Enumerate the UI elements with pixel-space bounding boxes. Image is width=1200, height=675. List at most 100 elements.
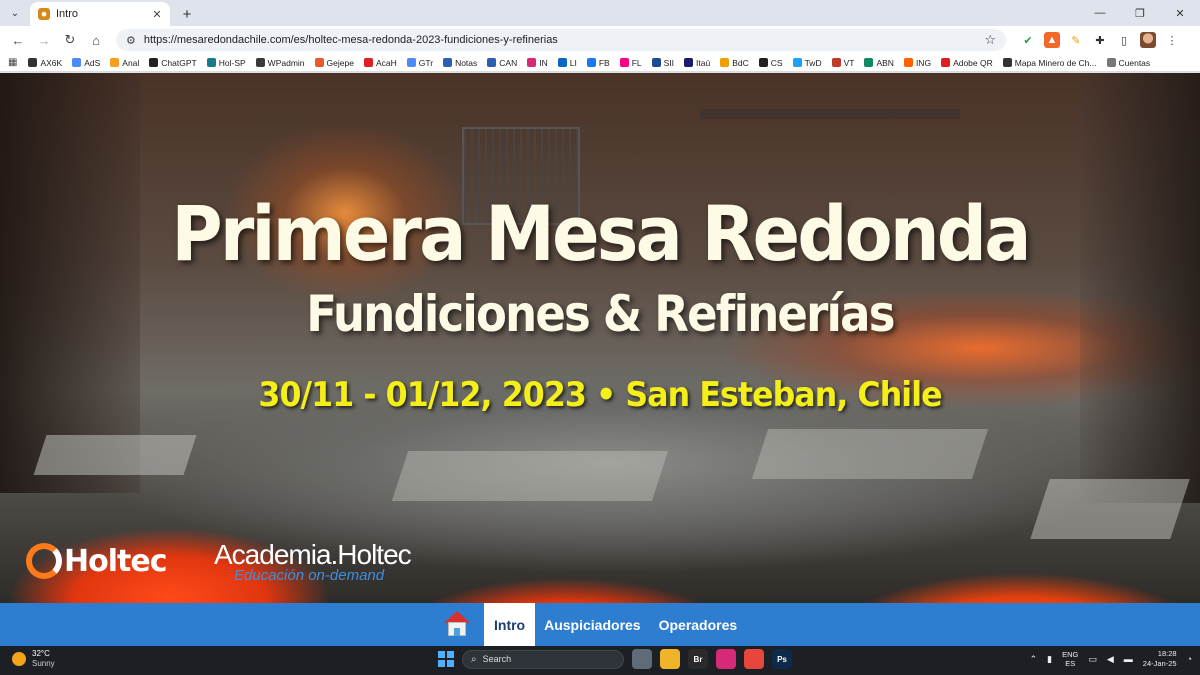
bookmark-item[interactable]: IN [522,58,553,68]
clock[interactable]: 18:28 24-Jan-25 [1143,649,1177,669]
bookmark-item[interactable]: AX6K [23,58,67,68]
bookmark-item[interactable]: ING [899,58,936,68]
notifications-bell-icon[interactable]: ◔ [1187,654,1192,664]
bookmark-label: Mapa Minero de Ch... [1014,57,1097,68]
bookmark-favicon-icon [651,58,661,67]
bookmark-label: Anal [122,57,140,68]
bookmark-item[interactable]: VT [827,58,860,68]
reload-icon[interactable]: ↻ [58,28,82,52]
extension-check-icon[interactable]: ✔ [1020,32,1036,48]
bookmark-item[interactable]: LI [553,58,582,68]
chevron-up-icon[interactable]: ⌃ [1030,654,1038,665]
bookmark-item[interactable]: Hol-SP [202,58,251,68]
bookmark-item[interactable]: Gejepe [310,58,359,68]
monitor-icon[interactable]: ▭ [1088,654,1097,665]
bookmark-favicon-icon [864,58,874,67]
home-icon[interactable]: ⌂ [84,28,108,52]
task-view-icon[interactable] [632,649,652,669]
forward-icon[interactable]: → [32,28,56,52]
clock-date: 24-Jan-25 [1142,659,1177,668]
chrome-icon[interactable] [744,649,764,669]
close-tab-icon[interactable]: ✕ [150,8,164,21]
bookmark-label: VT [843,57,855,68]
bookmark-item[interactable]: FB [582,58,615,68]
bookmark-item[interactable]: Adobe QR [936,58,998,68]
url-text[interactable]: https://mesaredondachile.com/es/holtec-m… [144,34,976,46]
address-bar[interactable]: ⚙ https://mesaredondachile.com/es/holtec… [116,29,1006,51]
bookmark-item[interactable]: FL [615,58,647,68]
bookmark-favicon-icon [255,58,265,67]
academia-holtec-logo[interactable]: Academia.Holtec Educación on-demand [214,539,412,584]
bookmark-label: Gejepe [326,57,354,68]
instagram-icon[interactable] [716,649,736,669]
windows-taskbar: 32°C Sunny ⌕ Search Br Ps ⌃ ▮ ENG ES ▭ ◀ … [0,646,1200,675]
bookmark-favicon-icon [619,58,629,67]
bookmark-item[interactable]: Mapa Minero de Ch... [998,58,1102,68]
windows-start-icon[interactable] [438,651,454,667]
bookmark-item[interactable]: Notas [438,58,482,68]
weather-widget[interactable]: 32°C Sunny [12,649,55,669]
site-info-icon[interactable]: ⚙ [126,34,136,47]
bookmark-item[interactable]: AdS [67,58,105,68]
extensions-puzzle-icon[interactable]: ✚ [1092,32,1108,48]
bookmark-label: GTr [418,57,434,68]
bookmark-label: ING [915,57,932,68]
back-icon[interactable]: ← [6,28,30,52]
bookmark-item[interactable]: BdC [715,58,754,68]
bookmark-item[interactable]: AcaH [359,58,402,68]
bookmark-favicon-icon [792,58,802,67]
bookmark-item[interactable]: CAN [482,58,522,68]
bookmark-label: AX6K [40,57,63,68]
new-tab-icon[interactable]: + [176,3,198,25]
bridge-icon[interactable]: Br [688,649,708,669]
bookmark-favicon-icon [684,58,694,67]
battery-icon[interactable]: ▬ [1124,654,1133,664]
nav-items: Intro Auspiciadores Operadores [442,603,746,646]
nav-link-operadores[interactable]: Operadores [650,603,747,646]
restore-icon[interactable]: ❐ [1120,0,1160,26]
bookmark-item[interactable]: Cuentas [1102,58,1156,68]
speaker-icon[interactable]: ◀ [1107,654,1114,665]
taskbar-search[interactable]: ⌕ Search [462,649,624,669]
bookmark-label: Hol-SP [218,57,246,68]
photoshop-icon[interactable]: Ps [772,649,792,669]
bookmark-item[interactable]: CS [754,58,788,68]
sidebar-icon[interactable]: ▯ [1116,32,1132,48]
apps-grid-icon[interactable]: ▦ [6,57,23,68]
nav-link-auspiciadores[interactable]: Auspiciadores [535,603,649,646]
bookmark-favicon-icon [1002,58,1012,67]
weather-temp: 32°C [32,649,50,658]
bookmark-item[interactable]: Itaú [679,58,715,68]
holtec-logo[interactable]: Holtec [26,543,167,579]
bookmark-label: Cuentas [1118,57,1151,68]
bookmark-item[interactable]: GTr [402,58,438,68]
bookmark-label: LI [569,57,577,68]
weather-desc: Sunny [32,659,55,668]
file-explorer-icon[interactable] [660,649,680,669]
bookmark-favicon-icon [406,58,416,67]
bookmark-item[interactable]: WPadmin [251,58,310,68]
menu-kebab-icon[interactable]: ⋮ [1164,32,1180,48]
bookmark-label: CS [770,57,783,68]
bookmark-label: ABN [876,57,894,68]
bookmark-item[interactable]: Anal [105,58,144,68]
extension-pen-icon[interactable]: ✎ [1068,32,1084,48]
bookmark-star-icon[interactable]: ☆ [984,32,996,48]
minimize-icon[interactable]: — [1080,0,1120,26]
browser-tab-intro[interactable]: ✸ Intro ✕ [30,2,170,26]
profile-avatar[interactable] [1140,32,1156,48]
bookmark-item[interactable]: TwD [788,58,827,68]
language-indicator[interactable]: ENG ES [1062,650,1078,668]
bookmark-label: CAN [499,57,518,68]
tab-search-icon[interactable]: ⌄ [4,2,26,24]
bookmark-favicon-icon [487,58,497,67]
home-house-icon[interactable] [442,609,472,639]
nav-link-intro[interactable]: Intro [484,603,536,646]
extension-brave-icon[interactable]: ▲ [1044,32,1060,48]
close-window-icon[interactable]: ✕ [1160,0,1200,26]
bookmark-item[interactable]: SII [647,58,679,68]
usb-icon[interactable]: ▮ [1047,654,1052,665]
site-favicon-icon: ✸ [38,8,50,20]
bookmark-item[interactable]: ABN [859,58,898,68]
bookmark-item[interactable]: ChatGPT [144,58,201,68]
